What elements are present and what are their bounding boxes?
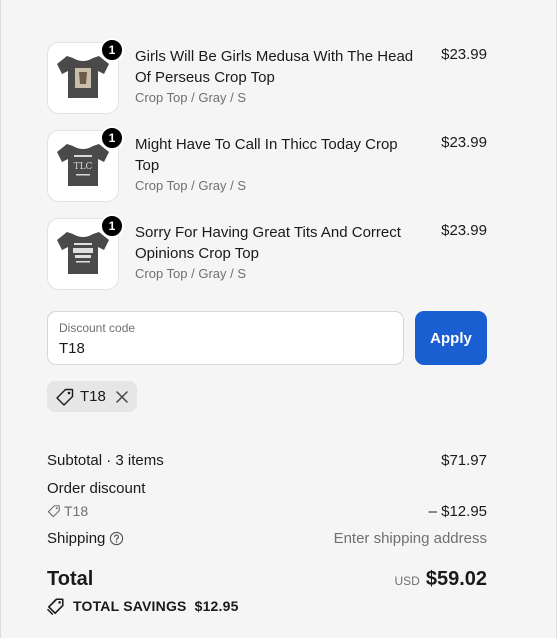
product-price: $23.99	[441, 222, 487, 239]
total-label: Total	[47, 568, 94, 590]
discount-code-field[interactable]: Discount code	[47, 311, 404, 365]
product-price: $23.99	[441, 46, 487, 63]
currency-code: USD	[394, 574, 420, 588]
line-item: 1 Girls Will Be Girls Medusa With The He…	[47, 38, 487, 114]
order-discount-detail-row: T18 – $12.95	[47, 503, 487, 520]
subtotal-value: $71.97	[441, 452, 487, 469]
order-summary-panel: 1 Girls Will Be Girls Medusa With The He…	[0, 0, 557, 638]
applied-discount-code: T18	[80, 388, 106, 405]
subtotal-row: Subtotal · 3 items $71.97	[47, 452, 487, 469]
order-discount-code: T18	[64, 503, 89, 519]
product-variant: Crop Top / Gray / S	[135, 266, 247, 281]
product-price: $23.99	[441, 134, 487, 151]
total-value: $59.02	[425, 568, 487, 590]
savings-label: TOTAL SAVINGS	[73, 598, 187, 614]
discount-code-label: Discount code	[59, 321, 136, 335]
quantity-badge: 1	[100, 38, 124, 62]
product-name: Sorry For Having Great Tits And Correct …	[135, 224, 401, 262]
total-amount: USD $59.02	[394, 568, 487, 591]
subtotal-label: Subtotal · 3 items	[47, 452, 164, 469]
tag-icon	[56, 388, 74, 406]
order-discount-label: Order discount	[47, 480, 146, 497]
product-variant: Crop Top / Gray / S	[135, 178, 247, 193]
savings-value: $12.95	[194, 598, 239, 614]
quantity-badge: 1	[100, 126, 124, 150]
applied-discount-chip: T18	[47, 381, 137, 412]
product-name: Girls Will Be Girls Medusa With The Head…	[135, 48, 414, 86]
question-circle-icon[interactable]	[109, 531, 124, 546]
apply-button[interactable]: Apply	[415, 311, 487, 365]
shipping-label: Shipping	[47, 530, 106, 547]
line-item: TLC 1 Might Have To Call In Thicc Today …	[47, 126, 487, 202]
total-row: Total USD $59.02	[47, 568, 487, 591]
product-name: Might Have To Call In Thicc Today Crop T…	[135, 136, 398, 174]
shipping-value: Enter shipping address	[333, 530, 487, 547]
svg-text:TLC: TLC	[74, 162, 93, 172]
line-item: 1 Sorry For Having Great Tits And Correc…	[47, 214, 487, 290]
order-discount-row: Order discount	[47, 480, 487, 497]
close-icon[interactable]	[114, 389, 130, 405]
order-discount-value: – $12.95	[428, 503, 487, 520]
shipping-row: Shipping Enter shipping address	[47, 530, 487, 547]
quantity-badge: 1	[100, 214, 124, 238]
discount-code-input[interactable]	[59, 338, 389, 358]
product-variant: Crop Top / Gray / S	[135, 90, 247, 105]
tag-icon	[47, 505, 60, 518]
tag-icon	[47, 598, 64, 615]
total-savings: TOTAL SAVINGS $12.95	[47, 597, 239, 615]
